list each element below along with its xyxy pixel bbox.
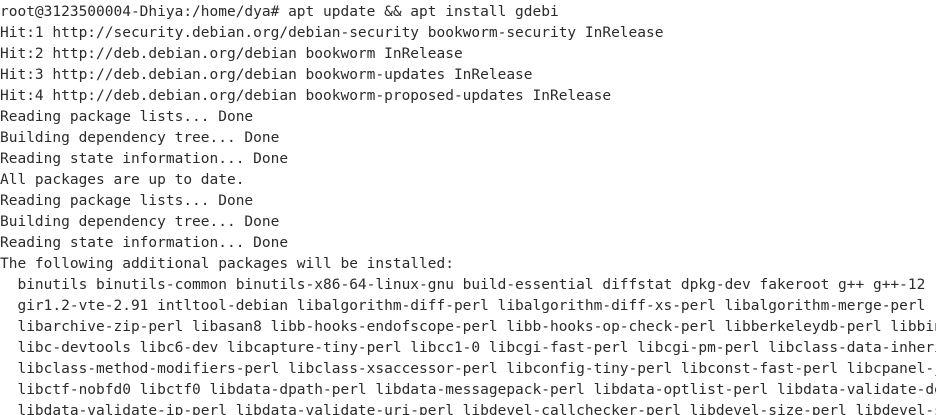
terminal-line-package-list: libctf-nobfd0 libctf0 libdata-dpath-perl… (0, 382, 936, 398)
terminal-line-package-list: binutils binutils-common binutils-x86-64… (0, 277, 926, 293)
terminal-line: Hit:4 http://deb.debian.org/debian bookw… (0, 88, 612, 104)
terminal-line: Building dependency tree... Done (0, 214, 280, 230)
terminal-line-command: root@3123500004-Dhiya:/home/dya# apt upd… (0, 4, 559, 20)
terminal-line-package-list: libc-devtools libc6-dev libcapture-tiny-… (0, 340, 936, 356)
terminal-line: Reading state information... Done (0, 151, 289, 167)
terminal-line-package-list: libarchive-zip-perl libasan8 libb-hooks-… (0, 319, 936, 335)
terminal-line: Building dependency tree... Done (0, 130, 280, 146)
terminal-line: The following additional packages will b… (0, 256, 454, 272)
terminal-line: Reading package lists... Done (0, 109, 254, 125)
terminal-line-package-list: libdata-validate-ip-perl libdata-validat… (17, 403, 936, 415)
terminal-line: Hit:1 http://security.debian.org/debian-… (0, 25, 664, 41)
terminal-line: Hit:2 http://deb.debian.org/debian bookw… (0, 46, 463, 62)
terminal-line: All packages are up to date. (0, 172, 245, 188)
terminal-line: Reading package lists... Done (0, 193, 254, 209)
terminal-line: Reading state information... Done (0, 235, 289, 251)
terminal-output[interactable]: root@3123500004-Dhiya:/home/dya# apt upd… (0, 0, 936, 415)
terminal-line-package-list: gir1.2-vte-2.91 intltool-debian libalgor… (0, 298, 926, 314)
terminal-line: Hit:3 http://deb.debian.org/debian bookw… (0, 67, 533, 83)
terminal-line-package-list: libclass-method-modifiers-perl libclass-… (0, 361, 936, 377)
